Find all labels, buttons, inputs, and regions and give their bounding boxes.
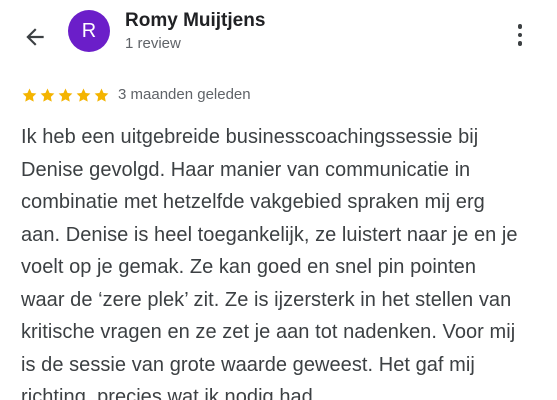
star-icon	[22, 88, 37, 102]
reviewer-header: R Romy Muijtjens 1 review	[0, 0, 557, 66]
rating-row: 3 maanden geleden	[21, 84, 251, 106]
avatar-letter: R	[81, 19, 97, 42]
review-count: 1 review	[125, 35, 181, 52]
star-icon	[76, 88, 91, 102]
more-vert-icon	[517, 41, 523, 46]
star-icon	[58, 88, 73, 102]
review-time: 3 maanden geleden	[118, 86, 251, 103]
more-vert-icon	[517, 32, 523, 38]
review-text: Ik heb een uitgebreide businesscoachings…	[21, 126, 518, 400]
more-vert-icon	[517, 24, 523, 29]
arrow-left-icon	[26, 28, 44, 46]
reviewer-name[interactable]: Romy Muijtjens	[125, 9, 265, 33]
star-icon	[40, 88, 55, 102]
more-options-button[interactable]	[505, 18, 535, 52]
back-button[interactable]	[18, 20, 52, 54]
star-rating	[21, 87, 110, 104]
avatar[interactable]: R	[68, 10, 110, 52]
star-icon	[94, 88, 109, 102]
review-screen: R Romy Muijtjens 1 review 3 maanden gele…	[0, 0, 557, 400]
